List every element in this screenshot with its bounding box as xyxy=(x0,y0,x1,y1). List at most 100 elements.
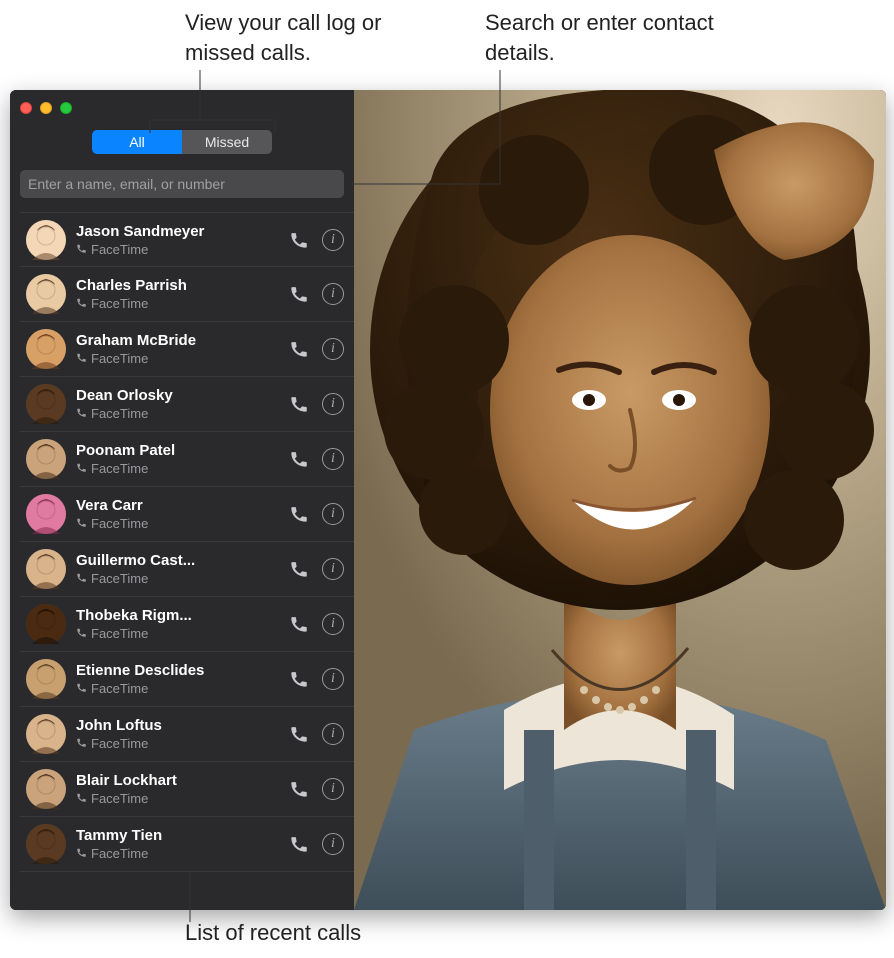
facetime-window: All Missed Jason SandmeyerFaceTimeiCharl… xyxy=(10,90,886,910)
tab-all[interactable]: All xyxy=(92,130,182,154)
call-button[interactable] xyxy=(288,723,310,745)
recents-info: Jason Sandmeyer FaceTime xyxy=(76,223,288,257)
contact-name: Jason Sandmeyer xyxy=(76,223,288,240)
contact-name: Guillermo Cast... xyxy=(76,552,288,569)
call-button[interactable] xyxy=(288,558,310,580)
row-actions: i xyxy=(288,229,344,251)
minimize-window-button[interactable] xyxy=(40,102,52,114)
call-button[interactable] xyxy=(288,503,310,525)
handset-icon xyxy=(76,736,87,751)
call-type-label: FaceTime xyxy=(91,296,148,311)
row-actions: i xyxy=(288,283,344,305)
handset-icon xyxy=(76,406,87,421)
contact-name: Tammy Tien xyxy=(76,827,288,844)
recents-row[interactable]: Dean OrloskyFaceTime i xyxy=(20,377,354,432)
call-button[interactable] xyxy=(288,833,310,855)
recents-info: Guillermo Cast...FaceTime xyxy=(76,552,288,586)
recents-row[interactable]: Guillermo Cast...FaceTime i xyxy=(20,542,354,597)
recents-row[interactable]: Charles ParrishFaceTime i xyxy=(20,267,354,322)
row-actions: i xyxy=(288,558,344,580)
avatar xyxy=(26,274,66,314)
recents-row[interactable]: Graham McBride FaceTime i xyxy=(20,322,354,377)
call-type: FaceTime xyxy=(76,626,288,641)
info-button[interactable]: i xyxy=(322,503,344,525)
call-type-label: FaceTime xyxy=(91,681,148,696)
call-button[interactable] xyxy=(288,393,310,415)
call-button[interactable] xyxy=(288,338,310,360)
call-type: FaceTime xyxy=(76,846,288,861)
info-button[interactable]: i xyxy=(322,723,344,745)
contact-name: Blair Lockhart xyxy=(76,772,288,789)
recents-info: Blair Lockhart FaceTime xyxy=(76,772,288,806)
avatar xyxy=(26,220,66,260)
info-button[interactable]: i xyxy=(322,558,344,580)
row-actions: i xyxy=(288,613,344,635)
contact-name: Vera Carr xyxy=(76,497,288,514)
info-button[interactable]: i xyxy=(322,833,344,855)
sidebar: All Missed Jason SandmeyerFaceTimeiCharl… xyxy=(10,90,354,910)
info-button[interactable]: i xyxy=(322,778,344,800)
recents-info: Charles ParrishFaceTime xyxy=(76,277,288,311)
recents-info: Tammy Tien FaceTime xyxy=(76,827,288,861)
call-type-label: FaceTime xyxy=(91,846,148,861)
window-controls xyxy=(10,90,354,118)
call-type: FaceTime xyxy=(76,461,288,476)
row-actions: i xyxy=(288,723,344,745)
call-button[interactable] xyxy=(288,778,310,800)
info-button[interactable]: i xyxy=(322,229,344,251)
handset-icon xyxy=(76,461,87,476)
callout-text-tabs: View your call log or missed calls. xyxy=(185,8,445,67)
contact-name: Dean Orlosky xyxy=(76,387,288,404)
row-actions: i xyxy=(288,778,344,800)
call-type-label: FaceTime xyxy=(91,461,148,476)
avatar xyxy=(26,494,66,534)
recents-row[interactable]: Jason Sandmeyer FaceTime i xyxy=(20,212,354,267)
recents-row[interactable]: John LoftusFaceTime i xyxy=(20,707,354,762)
recents-info: Dean OrloskyFaceTime xyxy=(76,387,288,421)
recents-row[interactable]: Blair Lockhart FaceTime i xyxy=(20,762,354,817)
recents-row[interactable]: Vera CarrFaceTime i xyxy=(20,487,354,542)
recents-row[interactable]: Etienne DesclidesFaceTimei xyxy=(20,652,354,707)
call-type-label: FaceTime xyxy=(91,242,148,257)
info-button[interactable]: i xyxy=(322,668,344,690)
call-button[interactable] xyxy=(288,283,310,305)
recents-info: Vera CarrFaceTime xyxy=(76,497,288,531)
info-button[interactable]: i xyxy=(322,338,344,360)
call-type: FaceTime xyxy=(76,791,288,806)
maximize-window-button[interactable] xyxy=(60,102,72,114)
handset-icon xyxy=(76,516,87,531)
row-actions: i xyxy=(288,503,344,525)
call-type: FaceTime xyxy=(76,242,288,257)
avatar xyxy=(26,659,66,699)
contact-name: Thobeka Rigm... xyxy=(76,607,288,624)
info-button[interactable]: i xyxy=(322,283,344,305)
handset-icon xyxy=(76,242,87,257)
call-button[interactable] xyxy=(288,668,310,690)
call-button[interactable] xyxy=(288,448,310,470)
call-type-label: FaceTime xyxy=(91,626,148,641)
call-type: FaceTime xyxy=(76,351,288,366)
info-button[interactable]: i xyxy=(322,613,344,635)
call-type-label: FaceTime xyxy=(91,791,148,806)
handset-icon xyxy=(76,571,87,586)
contact-name: Poonam Patel xyxy=(76,442,288,459)
close-window-button[interactable] xyxy=(20,102,32,114)
info-button[interactable]: i xyxy=(322,448,344,470)
avatar xyxy=(26,384,66,424)
recents-row[interactable]: Thobeka Rigm... FaceTime i xyxy=(20,597,354,652)
avatar xyxy=(26,824,66,864)
call-button[interactable] xyxy=(288,613,310,635)
tab-missed[interactable]: Missed xyxy=(182,130,272,154)
contact-name: Graham McBride xyxy=(76,332,288,349)
recents-row[interactable]: Poonam Patel FaceTime i xyxy=(20,432,354,487)
recents-row[interactable]: Tammy Tien FaceTime i xyxy=(20,817,354,872)
camera-preview xyxy=(354,90,886,910)
handset-icon xyxy=(76,351,87,366)
call-filter-tabs: All Missed xyxy=(92,130,272,154)
info-button[interactable]: i xyxy=(322,393,344,415)
recents-info: John LoftusFaceTime xyxy=(76,717,288,751)
row-actions: i xyxy=(288,338,344,360)
search-input[interactable] xyxy=(20,170,344,198)
contact-name: John Loftus xyxy=(76,717,288,734)
call-button[interactable] xyxy=(288,229,310,251)
